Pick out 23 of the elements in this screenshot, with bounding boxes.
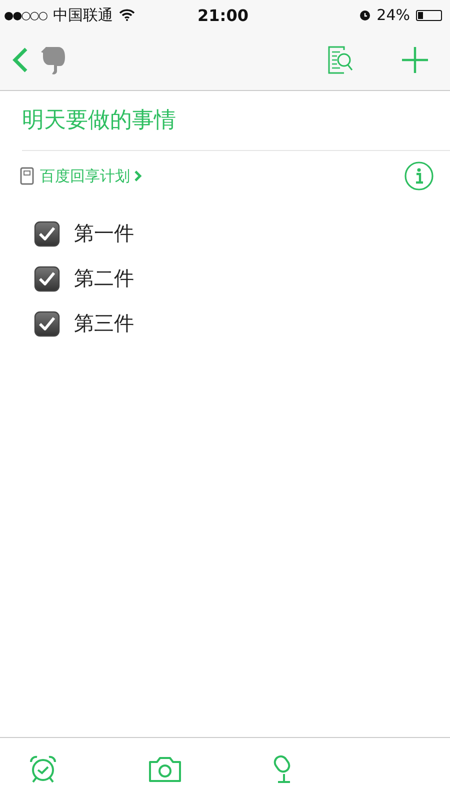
checked-checkbox[interactable]	[34, 310, 60, 336]
back-icon[interactable]	[12, 47, 28, 73]
checklist-item-text: 第一件	[74, 220, 134, 247]
notebook-link[interactable]: 百度回享计划	[40, 166, 130, 186]
info-icon[interactable]	[404, 161, 434, 191]
alarm-icon	[358, 9, 371, 21]
signal-dots: ●●○○○	[4, 8, 47, 22]
checked-checkbox[interactable]	[34, 266, 60, 292]
chevron-icon	[134, 170, 142, 182]
alarm-clock-icon[interactable]	[28, 754, 58, 784]
add-icon[interactable]	[402, 47, 428, 73]
wifi-icon	[119, 9, 135, 21]
notebook-icon	[20, 167, 34, 185]
carrier-name: 中国联通	[53, 6, 113, 24]
note-title[interactable]: 明天要做的事情	[22, 91, 450, 151]
checked-checkbox[interactable]	[34, 220, 60, 246]
checklist-item-text: 第二件	[74, 265, 134, 292]
battery-percent: 24%	[376, 6, 410, 24]
camera-icon[interactable]	[148, 755, 182, 783]
note-search-icon[interactable]	[328, 46, 354, 74]
battery-icon	[416, 10, 442, 20]
status-time: 21:00	[198, 6, 248, 24]
checklist-item-text: 第三件	[74, 310, 134, 337]
